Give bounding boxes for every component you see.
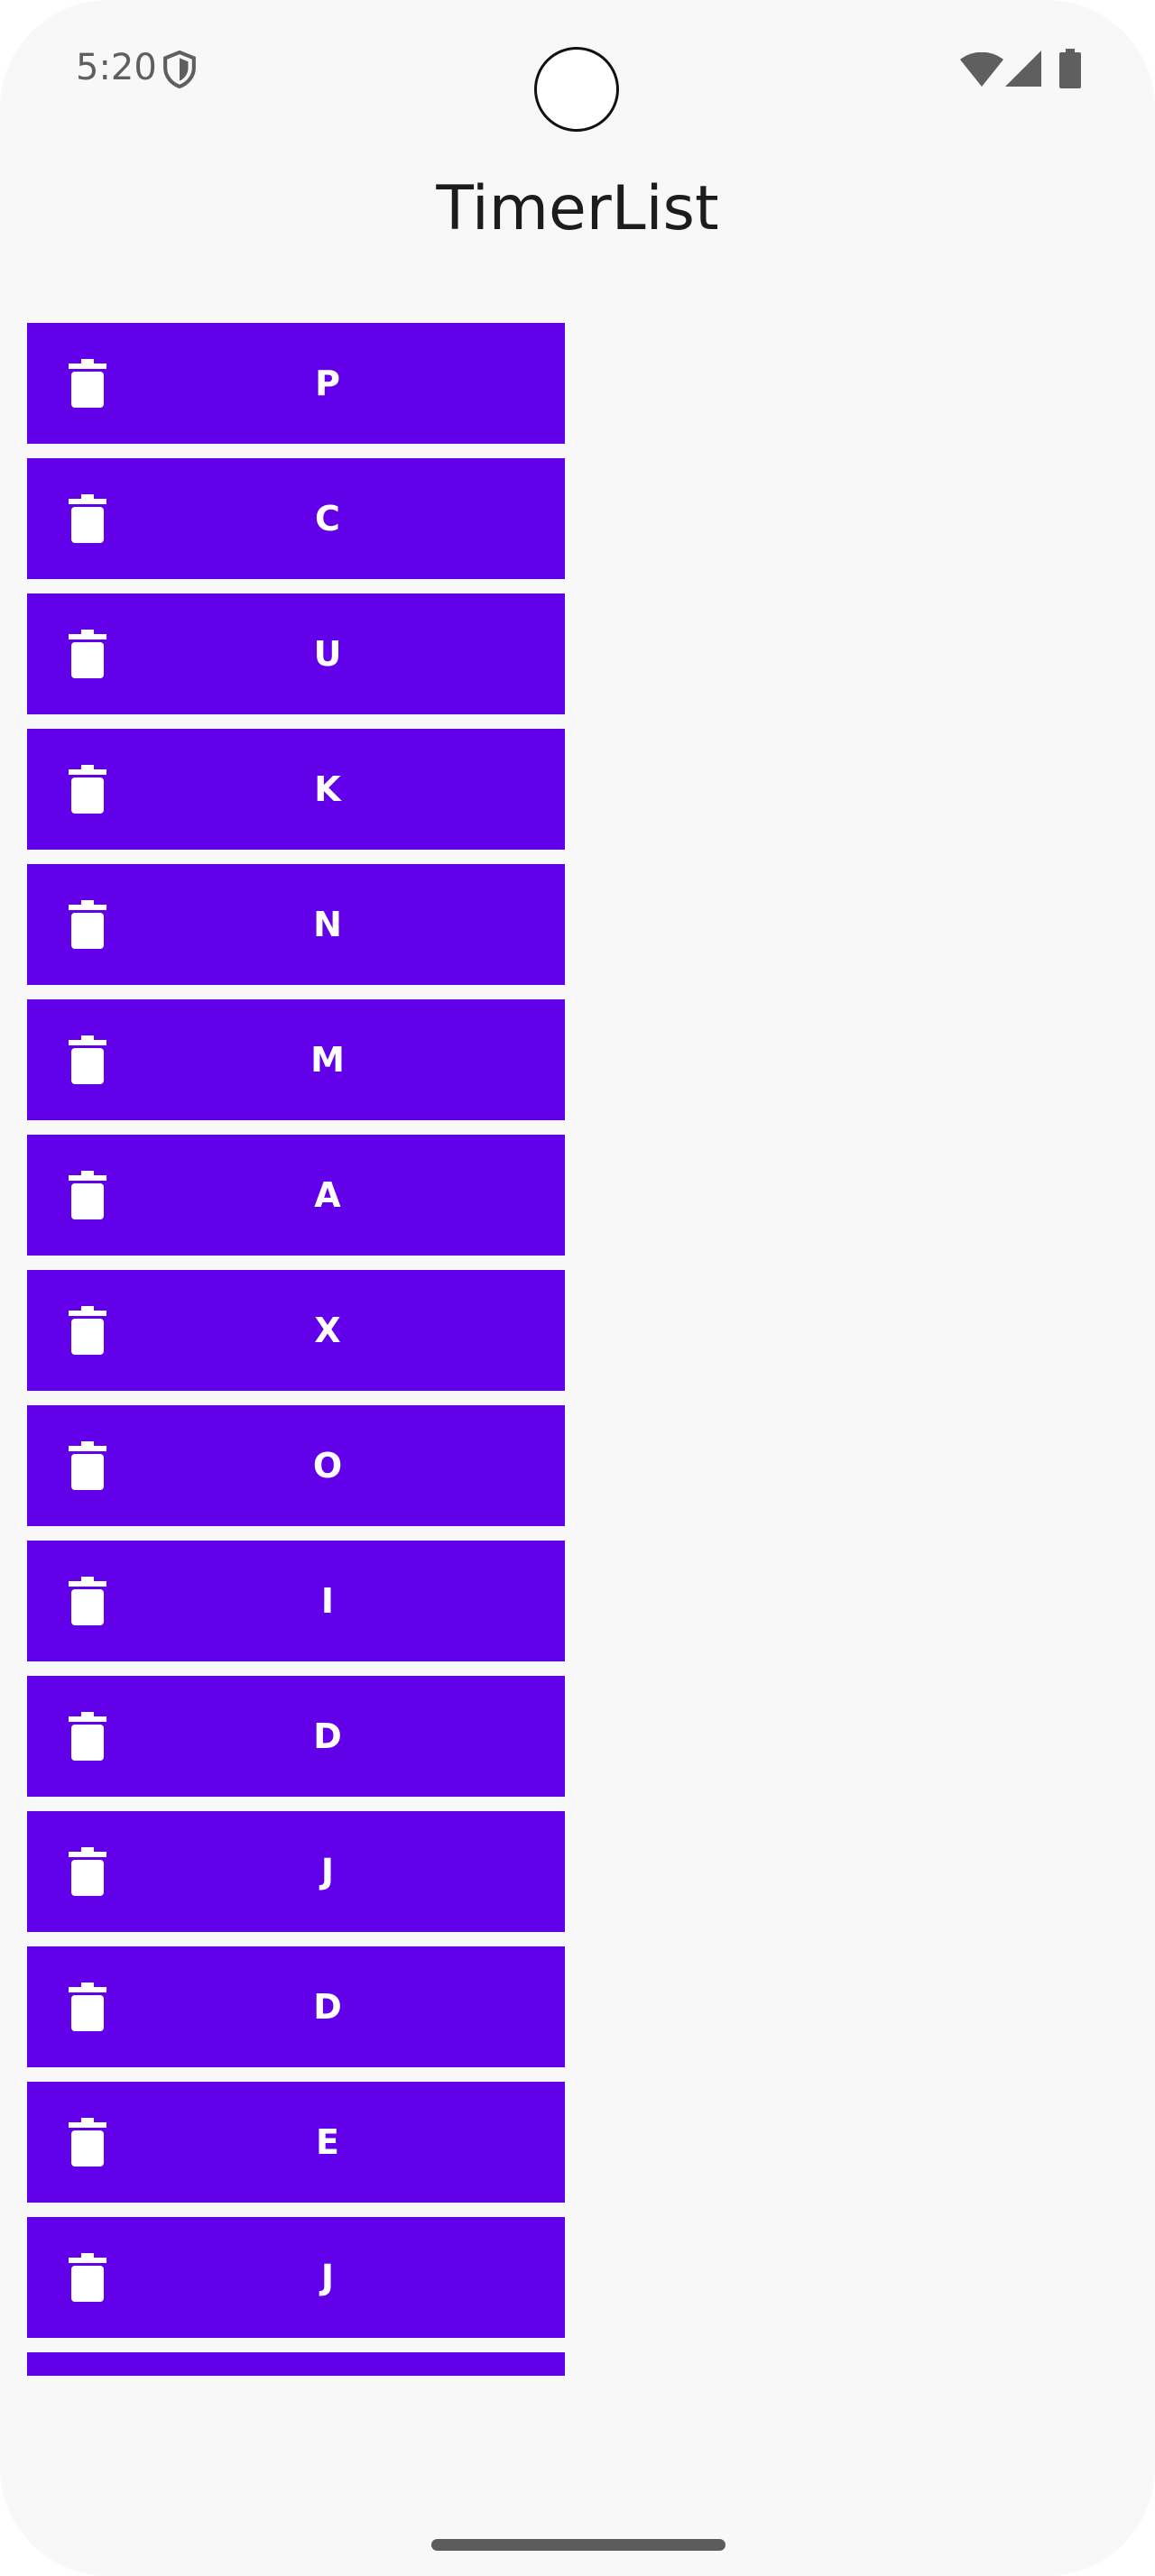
- trash-icon: [69, 900, 106, 949]
- app-title: TimerList: [436, 173, 719, 244]
- battery-icon: [1059, 49, 1081, 88]
- delete-timer-button[interactable]: [60, 484, 116, 553]
- front-camera-cutout: [534, 47, 619, 132]
- delete-timer-button[interactable]: [60, 1296, 116, 1365]
- cellular-signal-icon: [1005, 51, 1041, 87]
- trash-icon: [69, 1847, 106, 1896]
- timer-list-item[interactable]: J: [27, 2217, 565, 2338]
- trash-icon: [69, 1983, 106, 2031]
- timer-list-item[interactable]: A: [27, 1135, 565, 1256]
- timer-list-item[interactable]: D: [27, 1946, 565, 2067]
- timer-list-item[interactable]: C: [27, 458, 565, 579]
- trash-icon: [69, 1306, 106, 1355]
- trash-icon: [69, 1035, 106, 1084]
- trash-icon: [69, 630, 106, 678]
- delete-timer-button[interactable]: [60, 349, 116, 418]
- wifi-icon: [960, 52, 1003, 87]
- trash-icon: [69, 765, 106, 814]
- timer-list-item[interactable]: M: [27, 999, 565, 1120]
- timer-list-item[interactable]: U: [27, 593, 565, 714]
- status-time: 5:20: [76, 47, 157, 88]
- phone-screen: 5:20 TimerList PCUKNMAXOIDJDEJ: [0, 0, 1155, 2576]
- trash-icon: [69, 1171, 106, 1219]
- timer-list-item[interactable]: J: [27, 1811, 565, 1932]
- delete-timer-button[interactable]: [60, 2243, 116, 2312]
- timer-list-item[interactable]: X: [27, 1270, 565, 1391]
- timer-list-item[interactable]: E: [27, 2082, 565, 2203]
- delete-timer-button[interactable]: [60, 1431, 116, 1500]
- trash-icon: [69, 1712, 106, 1761]
- delete-timer-button[interactable]: [60, 1837, 116, 1906]
- delete-timer-button[interactable]: [60, 1567, 116, 1635]
- timer-list-item[interactable]: K: [27, 729, 565, 850]
- shield-icon: [163, 51, 196, 88]
- trash-icon: [69, 1441, 106, 1490]
- timer-list[interactable]: PCUKNMAXOIDJDEJ: [27, 323, 565, 2376]
- trash-icon: [69, 494, 106, 543]
- trash-icon: [69, 1577, 106, 1625]
- delete-timer-button[interactable]: [60, 1973, 116, 2041]
- timer-label: [27, 2352, 565, 2376]
- timer-list-item[interactable]: O: [27, 1405, 565, 1526]
- timer-list-item[interactable]: P: [27, 323, 565, 444]
- gesture-navigation-handle[interactable]: [431, 2539, 725, 2551]
- timer-list-item[interactable]: D: [27, 1676, 565, 1797]
- timer-list-item[interactable]: [27, 2352, 565, 2376]
- status-bar: 5:20: [0, 0, 1155, 135]
- timer-list-item[interactable]: I: [27, 1541, 565, 1661]
- delete-timer-button[interactable]: [60, 1702, 116, 1771]
- delete-timer-button[interactable]: [60, 2108, 116, 2176]
- trash-icon: [69, 359, 106, 408]
- timer-list-item[interactable]: N: [27, 864, 565, 985]
- delete-timer-button[interactable]: [60, 1161, 116, 1229]
- trash-icon: [69, 2253, 106, 2302]
- delete-timer-button[interactable]: [60, 1026, 116, 1094]
- delete-timer-button[interactable]: [60, 890, 116, 959]
- delete-timer-button[interactable]: [60, 620, 116, 688]
- trash-icon: [69, 2118, 106, 2167]
- delete-timer-button[interactable]: [60, 755, 116, 823]
